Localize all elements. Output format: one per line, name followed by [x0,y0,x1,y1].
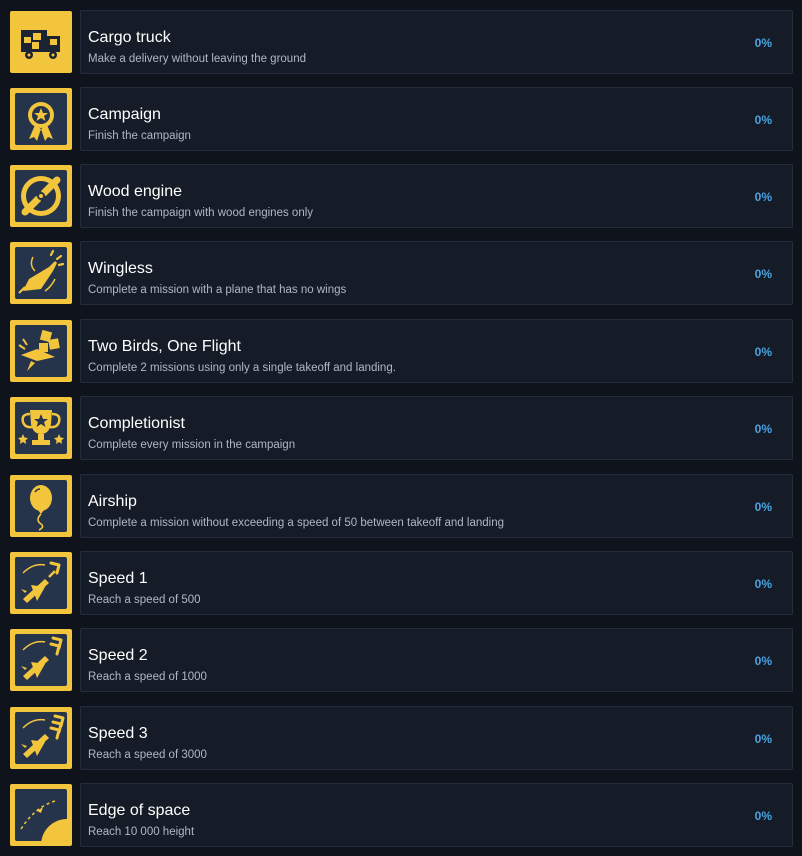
achievement-percent: 0% [754,113,772,127]
achievement-percent: 0% [754,732,772,746]
achievement-panel: Campaign Finish the campaign 0% [80,87,793,151]
achievement-title: Wood engine [88,183,182,200]
achievement-icon-frame [10,552,72,614]
plane-chevron-1-icon [15,557,67,609]
achievement-title: Campaign [88,106,161,123]
achievement-panel: Speed 2 Reach a speed of 1000 0% [80,628,793,692]
achievement-row[interactable]: Airship Complete a mission without excee… [0,474,802,540]
achievement-description: Reach a speed of 1000 [88,671,207,683]
achievement-icon-frame [10,707,72,769]
achievement-icon-frame [10,242,72,304]
achievement-panel: Completionist Complete every mission in … [80,396,793,460]
achievement-row[interactable]: Wingless Complete a mission with a plane… [0,241,802,307]
achievement-row[interactable]: Campaign Finish the campaign 0% [0,87,802,153]
achievement-row[interactable]: Speed 1 Reach a speed of 500 0% [0,551,802,617]
achievement-title: Speed 2 [88,647,148,664]
achievement-panel: Airship Complete a mission without excee… [80,474,793,538]
achievement-icon-frame [10,784,72,846]
achievement-percent: 0% [754,190,772,204]
achievement-percent: 0% [754,36,772,50]
achievement-description: Reach a speed of 500 [88,594,201,606]
achievement-row[interactable]: Speed 2 Reach a speed of 1000 0% [0,628,802,694]
achievement-percent: 0% [754,345,772,359]
achievement-title: Speed 3 [88,725,148,742]
achievement-panel: Edge of space Reach 10 000 height 0% [80,783,793,847]
planet-orbit-icon [15,789,67,841]
achievement-percent: 0% [754,809,772,823]
trophy-icon [15,402,67,454]
achievement-panel: Speed 1 Reach a speed of 500 0% [80,551,793,615]
achievement-title: Speed 1 [88,570,148,587]
wingless-plane-icon [15,247,67,299]
achievement-percent: 0% [754,577,772,591]
achievement-icon-frame [10,320,72,382]
crates-plane-icon [15,325,67,377]
medal-icon [15,93,67,145]
achievement-icon-frame [10,475,72,537]
balloon-icon [15,480,67,532]
achievement-percent: 0% [754,422,772,436]
achievement-icon-frame [10,165,72,227]
achievement-description: Reach 10 000 height [88,826,195,838]
achievement-panel: Wingless Complete a mission with a plane… [80,241,793,305]
achievement-percent: 0% [754,267,772,281]
achievement-row[interactable]: Speed 3 Reach a speed of 3000 0% [0,706,802,772]
achievement-panel: Two Birds, One Flight Complete 2 mission… [80,319,793,383]
achievement-title: Two Birds, One Flight [88,338,241,355]
achievement-description: Complete a mission with a plane that has… [88,284,347,296]
achievement-panel: Speed 3 Reach a speed of 3000 0% [80,706,793,770]
achievement-description: Complete 2 missions using only a single … [88,362,396,374]
cargo-truck-icon [15,16,67,68]
achievement-row[interactable]: Edge of space Reach 10 000 height 0% [0,783,802,849]
achievement-percent: 0% [754,654,772,668]
achievement-icon-frame [10,88,72,150]
achievement-description: Finish the campaign [88,130,191,142]
achievement-row[interactable]: Completionist Complete every mission in … [0,396,802,462]
achievement-icon-frame [10,11,72,73]
achievement-icon-frame [10,397,72,459]
achievement-row[interactable]: Two Birds, One Flight Complete 2 mission… [0,319,802,385]
achievement-list: Cargo truck Make a delivery without leav… [0,0,802,856]
achievement-row[interactable]: Wood engine Finish the campaign with woo… [0,164,802,230]
achievement-description: Finish the campaign with wood engines on… [88,207,314,219]
achievement-description: Complete every mission in the campaign [88,439,296,451]
achievement-percent: 0% [754,500,772,514]
achievement-panel: Cargo truck Make a delivery without leav… [80,10,793,74]
plane-chevron-3-icon [15,712,67,764]
plane-chevron-2-icon [15,634,67,686]
propeller-icon [15,170,67,222]
achievement-description: Complete a mission without exceeding a s… [88,517,504,529]
achievement-icon-frame [10,629,72,691]
achievement-title: Airship [88,493,137,510]
achievement-description: Make a delivery without leaving the grou… [88,53,306,65]
achievement-row[interactable]: Cargo truck Make a delivery without leav… [0,10,802,76]
achievement-title: Wingless [88,260,153,277]
achievement-title: Completionist [88,415,185,432]
achievement-title: Edge of space [88,802,191,819]
achievement-description: Reach a speed of 3000 [88,749,207,761]
achievement-title: Cargo truck [88,29,171,46]
achievement-panel: Wood engine Finish the campaign with woo… [80,164,793,228]
